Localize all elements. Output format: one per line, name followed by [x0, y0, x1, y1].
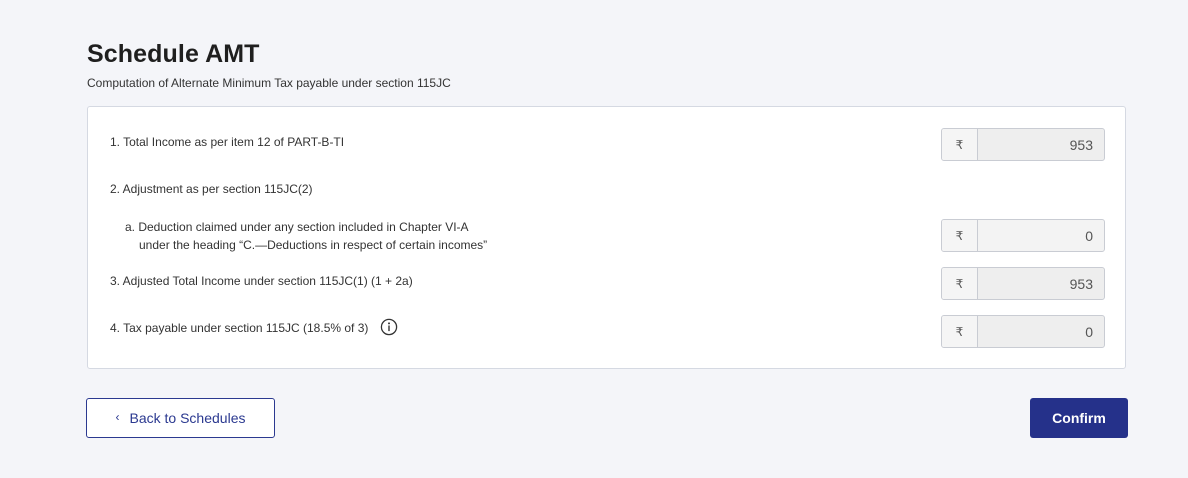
info-icon[interactable]	[380, 318, 398, 336]
tax-payable-field: ₹ 0	[941, 315, 1105, 348]
total-income-label: 1. Total Income as per item 12 of PART-B…	[110, 135, 345, 149]
tax-payable-label: 4. Tax payable under section 115JC (18.5…	[110, 321, 369, 335]
tax-payable-value: 0	[1085, 323, 1093, 340]
adjusted-total-income-value: 953	[1069, 275, 1093, 292]
page-title: Schedule AMT	[87, 40, 260, 68]
rupee-icon: ₹	[942, 268, 978, 299]
back-button-label: Back to Schedules	[129, 410, 246, 426]
adjusted-total-income-field: ₹ 953	[941, 267, 1105, 300]
schedule-amt-page: Schedule AMT Computation of Alternate Mi…	[0, 0, 1188, 478]
tax-payable-row-label: 4. Tax payable under section 115JC (18.5…	[110, 318, 398, 337]
total-income-field: ₹ 953	[941, 128, 1105, 161]
page-subtitle: Computation of Alternate Minimum Tax pay…	[87, 76, 451, 90]
deduction-field[interactable]: ₹ 0	[941, 219, 1105, 252]
rupee-icon: ₹	[942, 129, 978, 160]
back-to-schedules-button[interactable]: ‹ Back to Schedules	[86, 398, 275, 438]
amt-form-card: 1. Total Income as per item 12 of PART-B…	[87, 106, 1126, 369]
confirm-button[interactable]: Confirm	[1030, 398, 1128, 438]
adjustment-label: 2. Adjustment as per section 115JC(2)	[110, 182, 313, 196]
rupee-icon: ₹	[942, 220, 978, 251]
chevron-left-icon: ‹	[115, 410, 120, 424]
deduction-label-line2: under the heading “C.—Deductions in resp…	[139, 238, 488, 252]
rupee-icon: ₹	[942, 316, 978, 347]
deduction-label-line1: a. Deduction claimed under any section i…	[125, 220, 469, 234]
adjusted-total-income-label: 3. Adjusted Total Income under section 1…	[110, 274, 413, 288]
total-income-value: 953	[1069, 136, 1093, 153]
deduction-value[interactable]: 0	[978, 220, 1104, 251]
